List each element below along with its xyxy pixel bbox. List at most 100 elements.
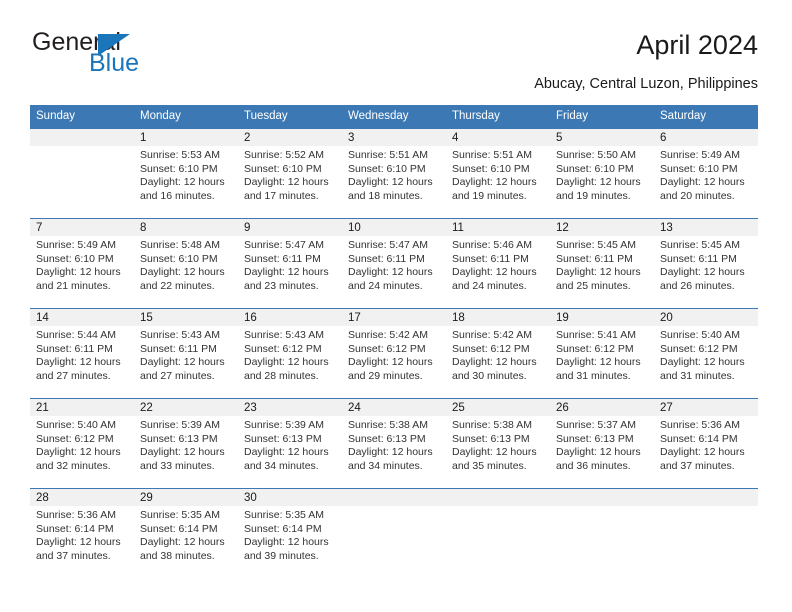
- sunset-text: Sunset: 6:14 PM: [36, 522, 114, 535]
- sunrise-text: Sunrise: 5:49 AM: [36, 239, 116, 251]
- weekday-header-row: Sunday Monday Tuesday Wednesday Thursday Frid…: [30, 105, 758, 128]
- calendar-day-cell[interactable]: 1 Sunrise: 5:53 AM Sunset: 6:10 PM Daylight…: [134, 128, 238, 218]
- day-details: Sunrise: 5:43 AM Sunset: 6:12 PM Daylight:…: [238, 326, 342, 383]
- daylight-text: and 37 minutes.: [36, 549, 111, 562]
- calendar-day-cell[interactable]: 14 Sunrise: 5:44 AM Sunset: 6:11 PM Dayligh…: [30, 308, 134, 398]
- day-details: Sunrise: 5:50 AM Sunset: 6:10 PM Daylight:…: [550, 146, 654, 203]
- day-details: Sunrise: 5:39 AM Sunset: 6:13 PM Daylight:…: [238, 416, 342, 473]
- calendar-day-cell[interactable]: 12 Sunrise: 5:45 AM Sunset: 6:11 PM Dayligh…: [550, 218, 654, 308]
- calendar-day-cell[interactable]: 17 Sunrise: 5:42 AM Sunset: 6:12 PM Dayligh…: [342, 308, 446, 398]
- daylight-text: and 28 minutes.: [244, 369, 319, 382]
- daylight-text: and 34 minutes.: [348, 459, 423, 472]
- daylight-text: and 21 minutes.: [36, 279, 111, 292]
- calendar-day-cell[interactable]: 5 Sunrise: 5:50 AM Sunset: 6:10 PM Daylight…: [550, 128, 654, 218]
- general-blue-logo[interactable]: General Blue: [30, 28, 230, 84]
- calendar-day-cell[interactable]: 9 Sunrise: 5:47 AM Sunset: 6:11 PM Daylight…: [238, 218, 342, 308]
- day-cell-inner: [446, 488, 550, 578]
- sunrise-text: Sunrise: 5:47 AM: [244, 239, 324, 251]
- sunset-text: Sunset: 6:11 PM: [36, 342, 113, 355]
- calendar-day-cell[interactable]: 8 Sunrise: 5:48 AM Sunset: 6:10 PM Daylight…: [134, 218, 238, 308]
- daylight-text: and 24 minutes.: [348, 279, 423, 292]
- sunset-text: Sunset: 6:10 PM: [140, 252, 218, 265]
- weekday-header-thursday: Thursday: [446, 105, 550, 128]
- daylight-text: Daylight: 12 hours: [348, 446, 433, 459]
- calendar-day-cell[interactable]: 21 Sunrise: 5:40 AM Sunset: 6:12 PM Dayligh…: [30, 398, 134, 488]
- day-details: Sunrise: 5:35 AM Sunset: 6:14 PM Daylight:…: [134, 506, 238, 563]
- weekday-header-tuesday: Tuesday: [238, 105, 342, 128]
- daylight-text: and 33 minutes.: [140, 459, 215, 472]
- sunset-text: Sunset: 6:12 PM: [660, 342, 738, 355]
- sunset-text: Sunset: 6:11 PM: [660, 252, 737, 265]
- day-number: 7: [30, 218, 134, 236]
- daylight-text: and 18 minutes.: [348, 189, 423, 202]
- calendar-day-cell[interactable]: 6 Sunrise: 5:49 AM Sunset: 6:10 PM Daylight…: [654, 128, 758, 218]
- day-number: 16: [238, 308, 342, 326]
- sunrise-text: Sunrise: 5:47 AM: [348, 239, 428, 251]
- calendar-day-cell[interactable]: 10 Sunrise: 5:47 AM Sunset: 6:11 PM Dayligh…: [342, 218, 446, 308]
- day-details: Sunrise: 5:37 AM Sunset: 6:13 PM Daylight:…: [550, 416, 654, 473]
- daylight-text: Daylight: 12 hours: [556, 266, 641, 279]
- calendar-day-cell[interactable]: 29 Sunrise: 5:35 AM Sunset: 6:14 PM Dayligh…: [134, 488, 238, 578]
- logo-text-blue: Blue: [89, 49, 140, 77]
- day-cell-inner: 27 Sunrise: 5:36 AM Sunset: 6:14 PM Dayligh…: [654, 398, 758, 488]
- calendar-day-cell[interactable]: 2 Sunrise: 5:52 AM Sunset: 6:10 PM Daylight…: [238, 128, 342, 218]
- calendar-day-cell[interactable]: 7 Sunrise: 5:49 AM Sunset: 6:10 PM Daylight…: [30, 218, 134, 308]
- location-subtitle: Abucay, Central Luzon, Philippines: [534, 76, 758, 92]
- sunrise-text: Sunrise: 5:49 AM: [660, 149, 740, 161]
- day-number: 17: [342, 308, 446, 326]
- day-cell-inner: 16 Sunrise: 5:43 AM Sunset: 6:12 PM Dayligh…: [238, 308, 342, 398]
- daylight-text: and 35 minutes.: [452, 459, 527, 472]
- sunrise-text: Sunrise: 5:42 AM: [348, 329, 428, 341]
- calendar-day-cell[interactable]: 23 Sunrise: 5:39 AM Sunset: 6:13 PM Dayligh…: [238, 398, 342, 488]
- sunrise-text: Sunrise: 5:50 AM: [556, 149, 636, 161]
- sunrise-text: Sunrise: 5:37 AM: [556, 419, 636, 431]
- day-cell-inner: [550, 488, 654, 578]
- sunset-text: Sunset: 6:10 PM: [140, 162, 218, 175]
- day-cell-inner: 15 Sunrise: 5:43 AM Sunset: 6:11 PM Dayligh…: [134, 308, 238, 398]
- day-details: Sunrise: 5:35 AM Sunset: 6:14 PM Daylight:…: [238, 506, 342, 563]
- sunset-text: Sunset: 6:12 PM: [244, 342, 322, 355]
- calendar-day-cell[interactable]: 25 Sunrise: 5:38 AM Sunset: 6:13 PM Dayligh…: [446, 398, 550, 488]
- calendar-day-cell[interactable]: 13 Sunrise: 5:45 AM Sunset: 6:11 PM Dayligh…: [654, 218, 758, 308]
- sunset-text: Sunset: 6:10 PM: [452, 162, 530, 175]
- calendar-day-cell[interactable]: 16 Sunrise: 5:43 AM Sunset: 6:12 PM Dayligh…: [238, 308, 342, 398]
- daylight-text: and 31 minutes.: [660, 369, 735, 382]
- day-cell-inner: 9 Sunrise: 5:47 AM Sunset: 6:11 PM Daylight…: [238, 218, 342, 308]
- day-number: 8: [134, 218, 238, 236]
- calendar-day-cell[interactable]: 27 Sunrise: 5:36 AM Sunset: 6:14 PM Dayligh…: [654, 398, 758, 488]
- day-cell-inner: 26 Sunrise: 5:37 AM Sunset: 6:13 PM Dayligh…: [550, 398, 654, 488]
- day-cell-inner: 30 Sunrise: 5:35 AM Sunset: 6:14 PM Dayligh…: [238, 488, 342, 578]
- daylight-text: Daylight: 12 hours: [556, 356, 641, 369]
- daylight-text: Daylight: 12 hours: [452, 176, 537, 189]
- calendar-cell-empty: [446, 488, 550, 578]
- calendar-header-row: Sunday Monday Tuesday Wednesday Thursday Frid…: [30, 105, 758, 128]
- calendar-day-cell[interactable]: 18 Sunrise: 5:42 AM Sunset: 6:12 PM Dayligh…: [446, 308, 550, 398]
- calendar-day-cell[interactable]: 3 Sunrise: 5:51 AM Sunset: 6:10 PM Daylight…: [342, 128, 446, 218]
- sunrise-text: Sunrise: 5:38 AM: [452, 419, 532, 431]
- sunset-text: Sunset: 6:13 PM: [140, 432, 218, 445]
- day-cell-inner: 3 Sunrise: 5:51 AM Sunset: 6:10 PM Daylight…: [342, 128, 446, 218]
- calendar-body: 1 Sunrise: 5:53 AM Sunset: 6:10 PM Daylight…: [30, 128, 758, 578]
- day-number: 6: [654, 128, 758, 146]
- sunset-text: Sunset: 6:12 PM: [556, 342, 634, 355]
- calendar-day-cell[interactable]: 20 Sunrise: 5:40 AM Sunset: 6:12 PM Dayligh…: [654, 308, 758, 398]
- calendar-day-cell[interactable]: 22 Sunrise: 5:39 AM Sunset: 6:13 PM Dayligh…: [134, 398, 238, 488]
- daylight-text: Daylight: 12 hours: [140, 446, 225, 459]
- daylight-text: and 29 minutes.: [348, 369, 423, 382]
- calendar-cell-empty: [30, 128, 134, 218]
- calendar-day-cell[interactable]: 11 Sunrise: 5:46 AM Sunset: 6:11 PM Dayligh…: [446, 218, 550, 308]
- daylight-text: and 38 minutes.: [140, 549, 215, 562]
- calendar-day-cell[interactable]: 19 Sunrise: 5:41 AM Sunset: 6:12 PM Dayligh…: [550, 308, 654, 398]
- calendar-day-cell[interactable]: 24 Sunrise: 5:38 AM Sunset: 6:13 PM Dayligh…: [342, 398, 446, 488]
- daylight-text: Daylight: 12 hours: [556, 176, 641, 189]
- day-details: Sunrise: 5:40 AM Sunset: 6:12 PM Daylight:…: [654, 326, 758, 383]
- sunrise-text: Sunrise: 5:40 AM: [36, 419, 116, 431]
- sunset-text: Sunset: 6:14 PM: [660, 432, 738, 445]
- calendar-day-cell[interactable]: 28 Sunrise: 5:36 AM Sunset: 6:14 PM Dayligh…: [30, 488, 134, 578]
- daylight-text: Daylight: 12 hours: [36, 446, 121, 459]
- calendar-day-cell[interactable]: 15 Sunrise: 5:43 AM Sunset: 6:11 PM Dayligh…: [134, 308, 238, 398]
- calendar-day-cell[interactable]: 26 Sunrise: 5:37 AM Sunset: 6:13 PM Dayligh…: [550, 398, 654, 488]
- daylight-text: Daylight: 12 hours: [244, 176, 329, 189]
- calendar-day-cell[interactable]: 4 Sunrise: 5:51 AM Sunset: 6:10 PM Daylight…: [446, 128, 550, 218]
- calendar-day-cell[interactable]: 30 Sunrise: 5:35 AM Sunset: 6:14 PM Dayligh…: [238, 488, 342, 578]
